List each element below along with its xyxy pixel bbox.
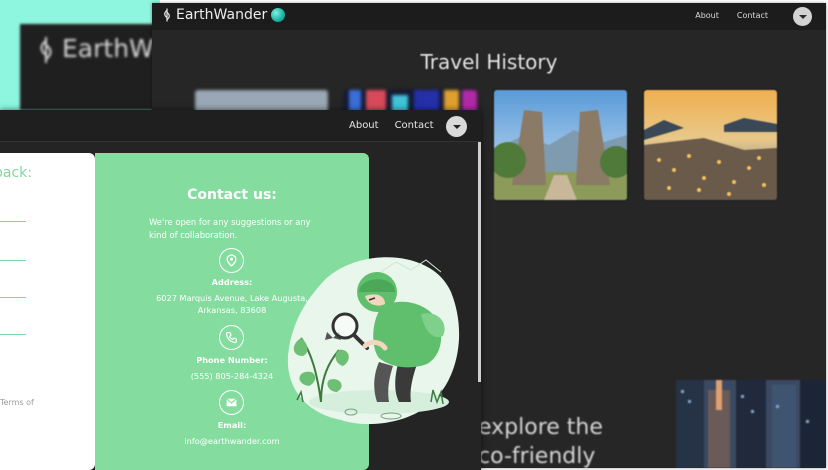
terms-text: Terms of: [0, 398, 34, 407]
travel-brand[interactable]: EarthWander: [162, 7, 286, 23]
travel-photo-3[interactable]: [494, 90, 627, 200]
back-brand-text: EarthW: [62, 34, 154, 63]
travel-brand-text: EarthWander: [176, 7, 268, 23]
explore-line-2: co-friendly: [478, 444, 596, 468]
travel-photo-4[interactable]: [644, 90, 777, 200]
contact-intro: We're open for any suggestions or any ki…: [149, 217, 311, 240]
desktop-stage: EarthW EarthWander About Contact Travel …: [0, 0, 828, 470]
form-field-name[interactable]: [0, 221, 26, 222]
explorer-illustration: [281, 252, 466, 432]
contact-nav-links: About Contact: [349, 120, 433, 131]
globe-icon: [271, 8, 286, 22]
nav-contact-link[interactable]: Contact: [395, 120, 434, 131]
feedback-form-card: back: Terms of: [0, 153, 95, 470]
explore-heading: explore the co-friendly: [478, 413, 603, 468]
contact-navbar: About Contact: [0, 110, 481, 142]
location-pin-icon: [219, 248, 244, 273]
chevron-down-icon[interactable]: [446, 116, 467, 137]
travel-navbar: EarthWander About Contact: [152, 3, 826, 30]
page-title: Travel History: [420, 50, 558, 74]
back-window-logo: EarthW: [20, 24, 160, 110]
mail-icon: [219, 390, 244, 415]
travel-nav-links: About Contact: [695, 11, 768, 20]
nav-about-link[interactable]: About: [349, 120, 379, 131]
form-field-email[interactable]: [0, 260, 26, 261]
phone-icon: [219, 325, 244, 350]
email-value[interactable]: info@earthwander.com: [95, 435, 369, 447]
chevron-down-icon[interactable]: [793, 7, 812, 26]
form-field-subject[interactable]: [0, 297, 26, 298]
explore-line-1: explore the: [478, 415, 603, 440]
form-field-message[interactable]: [0, 334, 26, 335]
city-thumbnail: [676, 380, 826, 468]
nav-about-link[interactable]: About: [695, 11, 719, 20]
form-heading: back:: [0, 165, 32, 181]
nav-contact-link[interactable]: Contact: [737, 11, 768, 20]
scrollbar[interactable]: [478, 142, 481, 382]
contact-title: Contact us:: [187, 187, 277, 203]
earthwander-logo-icon: [40, 37, 52, 63]
earthwander-logo-icon: [164, 8, 170, 22]
